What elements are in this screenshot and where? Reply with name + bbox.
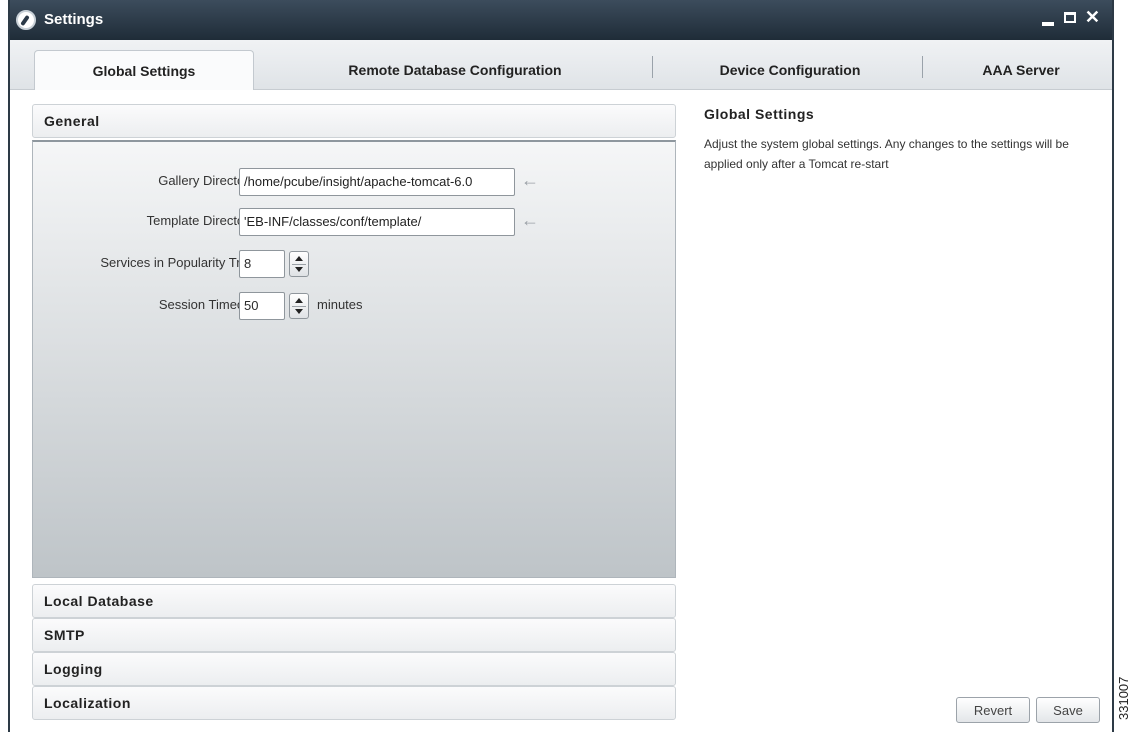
section-localization-header[interactable]: Localization: [32, 686, 676, 720]
spin-down-icon[interactable]: [295, 267, 303, 272]
popularity-tree-spinner[interactable]: [289, 251, 309, 277]
general-section-body: Gallery Directory /home/pcube/insight/ap…: [32, 140, 676, 578]
settings-window: Settings ✕ Global Settings Remote Databa…: [8, 0, 1114, 732]
revert-button[interactable]: Revert: [956, 697, 1030, 723]
help-text: Adjust the system global settings. Any c…: [704, 137, 1069, 171]
template-directory-row: Template Directory 'EB-INF/classes/conf/…: [33, 208, 677, 236]
arrow-left-icon[interactable]: ←: [521, 210, 539, 231]
tab-remote-database-configuration[interactable]: Remote Database Configuration: [260, 50, 650, 90]
tab-divider: [652, 56, 653, 78]
window-title: Settings: [44, 11, 104, 28]
section-smtp-header[interactable]: SMTP: [32, 618, 676, 652]
session-timeout-unit: minutes: [317, 297, 363, 312]
tab-aaa-server[interactable]: AAA Server: [926, 50, 1116, 90]
maximize-icon[interactable]: [1064, 12, 1076, 23]
tab-global-settings[interactable]: Global Settings: [34, 50, 254, 90]
popularity-tree-input[interactable]: 8: [239, 250, 285, 278]
arrow-left-icon[interactable]: ←: [521, 170, 539, 191]
section-logging-header[interactable]: Logging: [32, 652, 676, 686]
session-timeout-spinner[interactable]: [289, 293, 309, 319]
popularity-tree-label: Services in Popularity Tree: [100, 255, 255, 270]
minimize-icon[interactable]: [1042, 22, 1054, 26]
section-local-database-header[interactable]: Local Database: [32, 584, 676, 618]
app-icon: [16, 10, 36, 30]
help-title: Global Settings: [704, 106, 815, 122]
spin-up-icon[interactable]: [295, 256, 303, 261]
session-timeout-input[interactable]: 50: [239, 292, 285, 320]
close-icon[interactable]: ✕: [1085, 7, 1100, 28]
title-bar: Settings ✕: [10, 0, 1112, 40]
tab-divider: [922, 56, 923, 78]
gallery-directory-row: Gallery Directory /home/pcube/insight/ap…: [33, 168, 677, 196]
session-timeout-row: Session Timeout 50 minutes: [33, 292, 677, 320]
popularity-tree-row: Services in Popularity Tree 8: [33, 250, 677, 278]
spin-down-icon[interactable]: [295, 309, 303, 314]
section-general-header[interactable]: General: [32, 104, 676, 138]
spinner-divider: [292, 264, 306, 265]
gallery-directory-input[interactable]: /home/pcube/insight/apache-tomcat-6.0: [239, 168, 515, 196]
template-directory-input[interactable]: 'EB-INF/classes/conf/template/: [239, 208, 515, 236]
spinner-divider: [292, 306, 306, 307]
save-button[interactable]: Save: [1036, 697, 1100, 723]
tab-bar: Global Settings Remote Database Configur…: [10, 40, 1112, 90]
spin-up-icon[interactable]: [295, 298, 303, 303]
figure-id: 331007: [1116, 676, 1131, 720]
tab-device-configuration[interactable]: Device Configuration: [660, 50, 920, 90]
